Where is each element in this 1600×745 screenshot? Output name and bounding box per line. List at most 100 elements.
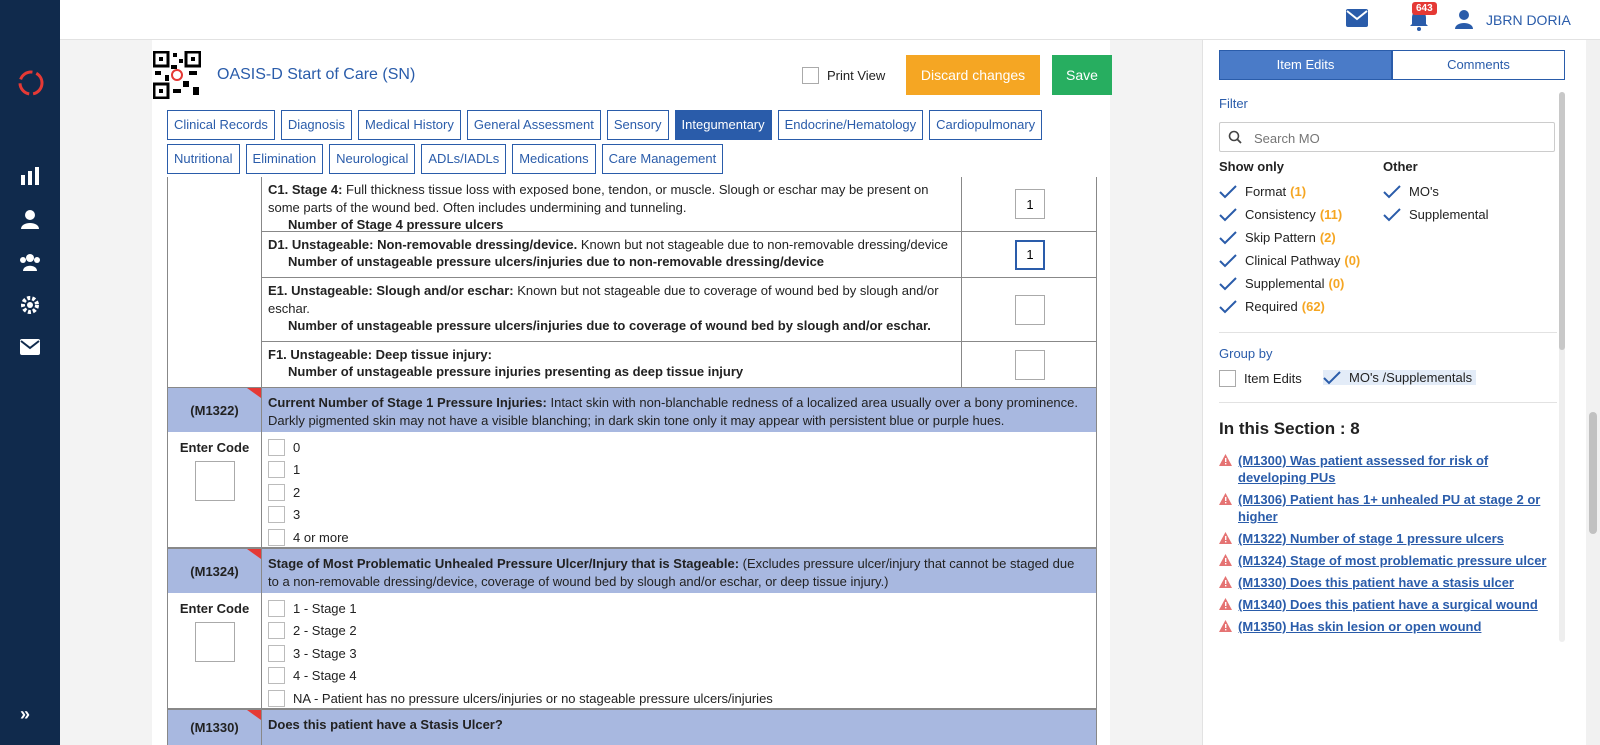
option[interactable]: 2	[268, 481, 349, 504]
group-by-item-edits[interactable]: Item Edits	[1219, 370, 1302, 387]
gear-icon[interactable]	[18, 293, 42, 317]
tab-nutritional[interactable]: Nutritional	[167, 144, 240, 174]
tab-item-edits[interactable]: Item Edits	[1219, 50, 1392, 80]
list-item[interactable]: (M1300) Was patient assessed for risk of…	[1219, 452, 1549, 486]
print-view-checkbox[interactable]	[802, 67, 819, 84]
qr-code-icon	[153, 51, 201, 99]
list-item[interactable]: (M1322) Number of stage 1 pressure ulcer…	[1219, 530, 1549, 547]
filter-skip-pattern[interactable]: Skip Pattern (2)	[1219, 230, 1336, 245]
option-checkbox[interactable]	[268, 644, 285, 662]
mail-icon[interactable]	[1346, 9, 1368, 30]
list-item[interactable]: (M1350) Has skin lesion or open wound	[1219, 618, 1549, 635]
option[interactable]: 4 or more	[268, 526, 349, 549]
search-mo-input[interactable]	[1254, 128, 1544, 148]
filter-format[interactable]: Format (1)	[1219, 184, 1306, 199]
list-item[interactable]: (M1306) Patient has 1+ unhealed PU at st…	[1219, 491, 1549, 525]
option-checkbox[interactable]	[268, 528, 285, 546]
option[interactable]: 3 - Stage 3	[268, 642, 773, 665]
expand-icon[interactable]: »	[20, 704, 30, 725]
tab-general-assessment[interactable]: General Assessment	[466, 110, 601, 140]
check-icon	[1219, 276, 1237, 290]
tab-medical-history[interactable]: Medical History	[358, 110, 461, 140]
search-box	[1219, 122, 1555, 152]
tab-sensory[interactable]: Sensory	[606, 110, 669, 140]
team-icon[interactable]	[18, 250, 42, 274]
filter-clinical-pathway[interactable]: Clinical Pathway (0)	[1219, 253, 1360, 268]
chart-icon[interactable]	[18, 164, 42, 188]
warning-icon	[1219, 554, 1232, 566]
stage-description: C1. Stage 4: Full thickness tissue loss …	[262, 177, 962, 232]
list-item[interactable]: (M1340) Does this patient have a surgica…	[1219, 596, 1549, 613]
filter-mos[interactable]: MO's	[1383, 184, 1439, 199]
divider	[1219, 402, 1557, 403]
edit-link[interactable]: (M1322) Number of stage 1 pressure ulcer…	[1238, 530, 1504, 547]
filter-consistency[interactable]: Consistency (11)	[1219, 207, 1342, 222]
logo-icon[interactable]	[16, 68, 46, 98]
patient-icon[interactable]	[18, 207, 42, 231]
option-checkbox[interactable]	[268, 622, 285, 640]
option[interactable]: 1 - Stage 1	[268, 597, 773, 620]
search-icon	[1228, 130, 1242, 144]
edit-link[interactable]: (M1330) Does this patient have a stasis …	[1238, 574, 1514, 591]
tab-elimination[interactable]: Elimination	[245, 144, 324, 174]
tab-diagnosis[interactable]: Diagnosis	[280, 110, 353, 140]
list-item[interactable]: (M1330) Does this patient have a stasis …	[1219, 574, 1549, 591]
option-checkbox[interactable]	[268, 461, 285, 479]
edit-link[interactable]: (M1324) Stage of most problematic pressu…	[1238, 552, 1546, 569]
m1324-code-input[interactable]	[194, 622, 235, 662]
tab-endocrine-hematology[interactable]: Endocrine/Hematology	[777, 110, 924, 140]
tab-adls-iadls[interactable]: ADLs/IADLs	[421, 144, 507, 174]
check-icon	[1219, 230, 1237, 244]
mail-icon[interactable]	[18, 335, 42, 359]
edit-link[interactable]: (M1300) Was patient assessed for risk of…	[1238, 452, 1549, 486]
edit-link[interactable]: (M1340) Does this patient have a surgica…	[1238, 596, 1538, 613]
sidebar-scrollbar[interactable]	[1559, 92, 1565, 642]
tab-care-management[interactable]: Care Management	[601, 144, 724, 174]
filter-required[interactable]: Required (62)	[1219, 299, 1325, 314]
unstageable-slough-count-input[interactable]	[1015, 294, 1045, 325]
item-code: (M1330)	[190, 720, 239, 735]
deep-tissue-count-input[interactable]	[1015, 349, 1045, 380]
filter-label: Filter	[1219, 96, 1248, 111]
tab-neurological[interactable]: Neurological	[329, 144, 416, 174]
scrollbar-thumb[interactable]	[1589, 412, 1597, 534]
group-checkbox[interactable]	[1219, 370, 1236, 387]
unstageable-dressing-count-input[interactable]	[1015, 239, 1045, 270]
filter-supplemental[interactable]: Supplemental (0)	[1219, 276, 1344, 291]
list-item[interactable]: (M1324) Stage of most problematic pressu…	[1219, 552, 1549, 569]
discard-changes-button[interactable]: Discard changes	[906, 55, 1040, 95]
scrollbar-thumb[interactable]	[1559, 92, 1565, 350]
tab-comments[interactable]: Comments	[1392, 50, 1565, 80]
tab-clinical-records[interactable]: Clinical Records	[167, 110, 275, 140]
filter-other-supplemental[interactable]: Supplemental	[1383, 207, 1489, 222]
option-checkbox[interactable]	[268, 667, 285, 685]
user-name[interactable]: JBRN DORIA	[1486, 12, 1571, 28]
m1322-options: 0 1 2 3 4 or more	[268, 436, 349, 549]
option-checkbox[interactable]	[268, 438, 285, 456]
user-icon[interactable]	[1454, 9, 1474, 32]
edit-link[interactable]: (M1306) Patient has 1+ unhealed PU at st…	[1238, 491, 1549, 525]
option[interactable]: 1	[268, 459, 349, 482]
stage-row-c1: C1. Stage 4: Full thickness tissue loss …	[167, 177, 1097, 232]
page-scrollbar[interactable]	[1586, 40, 1600, 745]
check-icon	[1383, 207, 1401, 221]
other-label: Other	[1383, 159, 1418, 174]
option-checkbox[interactable]	[268, 689, 285, 707]
tab-medications[interactable]: Medications	[512, 144, 596, 174]
m1322-code-input[interactable]	[194, 461, 235, 501]
item-edit-links: (M1300) Was patient assessed for risk of…	[1219, 452, 1549, 640]
edit-link[interactable]: (M1350) Has skin lesion or open wound	[1238, 618, 1481, 635]
option-checkbox[interactable]	[268, 483, 285, 501]
option[interactable]: NA - Patient has no pressure ulcers/inju…	[268, 687, 773, 710]
option[interactable]: 0	[268, 436, 349, 459]
option[interactable]: 2 - Stage 2	[268, 620, 773, 643]
tab-integumentary[interactable]: Integumentary	[674, 110, 772, 140]
tab-cardiopulmonary[interactable]: Cardiopulmonary	[929, 110, 1043, 140]
option-checkbox[interactable]	[268, 599, 285, 617]
option-checkbox[interactable]	[268, 506, 285, 524]
group-by-mos-supplementals[interactable]: MO's /Supplementals	[1323, 370, 1477, 385]
stage4-count-input[interactable]	[1015, 189, 1045, 219]
option[interactable]: 4 - Stage 4	[268, 665, 773, 688]
option[interactable]: 3	[268, 504, 349, 527]
save-button[interactable]: Save	[1052, 55, 1112, 95]
